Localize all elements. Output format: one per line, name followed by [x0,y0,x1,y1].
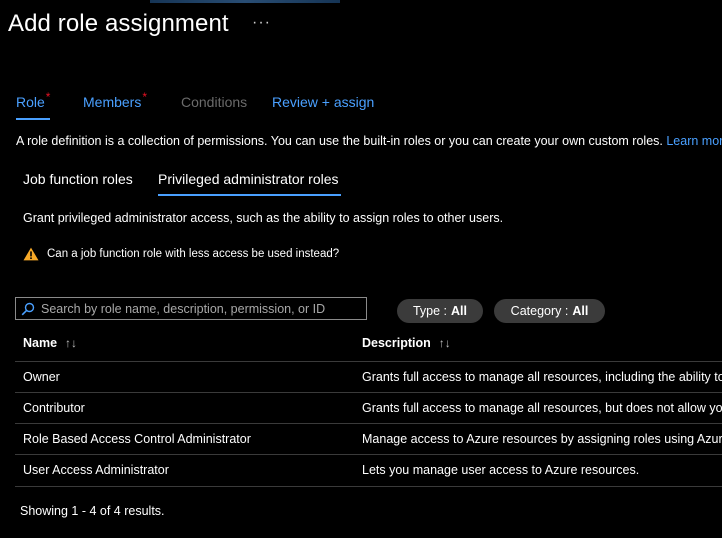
learn-more-link[interactable]: Learn more [666,134,722,148]
role-description-cell: Manage access to Azure resources by assi… [362,432,722,446]
role-name-cell[interactable]: Role Based Access Control Administrator [23,432,251,446]
role-description-cell: Grants full access to manage all resourc… [362,401,722,415]
search-input[interactable] [41,301,361,316]
category-filter-value: All [572,304,589,318]
column-header-name[interactable]: Name ↑↓ [23,336,77,350]
table-divider [15,486,722,487]
column-header-description[interactable]: Description ↑↓ [362,336,451,350]
role-search-box[interactable] [15,297,367,320]
more-options-button[interactable]: ··· [252,14,271,32]
role-description-cell: Lets you manage user access to Azure res… [362,463,640,477]
required-marker: * [45,90,51,104]
tab-privileged-administrator-roles[interactable]: Privileged administrator roles [158,171,339,187]
category-filter-button[interactable]: Category : All [494,299,605,323]
column-header-name-label: Name [23,336,58,350]
results-count: Showing 1 - 4 of 4 results. [20,504,165,518]
required-marker: * [142,90,148,104]
tab-role-label: Role [16,94,45,110]
type-filter-label: Type : [412,304,448,318]
tab-conditions-label: Conditions [181,94,248,110]
role-name-cell[interactable]: User Access Administrator [23,463,169,477]
tab-role[interactable]: Role* [16,90,50,110]
tab-review-assign[interactable]: Review + assign [272,94,374,110]
search-icon [21,302,35,315]
tab-members-label: Members [83,94,142,110]
column-header-description-label: Description [362,336,431,350]
role-name-cell[interactable]: Owner [23,370,60,384]
description-text: A role definition is a collection of per… [16,134,663,148]
tab-conditions[interactable]: Conditions [181,94,247,110]
sort-icon[interactable]: ↑↓ [439,336,451,350]
warning-icon [23,247,39,261]
tab-review-label: Review + assign [272,94,375,110]
category-filter-label: Category : [510,304,569,318]
warning-text: Can a job function role with less access… [47,248,340,260]
sort-icon[interactable]: ↑↓ [65,336,77,350]
active-subtab-indicator [158,194,341,196]
privileged-info-text: Grant privileged administrator access, s… [23,211,504,225]
page-title: Add role assignment [8,10,229,37]
type-filter-button[interactable]: Type : All [397,299,483,323]
role-description-cell: Grants full access to manage all resourc… [362,370,722,384]
active-tab-indicator [16,118,50,120]
role-description-text: A role definition is a collection of per… [16,134,722,148]
tab-job-function-roles[interactable]: Job function roles [23,171,133,187]
top-breadcrumb-fragment [150,0,340,3]
tab-members[interactable]: Members* [83,90,147,110]
warning-message: Can a job function role with less access… [23,247,339,261]
type-filter-value: All [451,304,468,318]
role-name-cell[interactable]: Contributor [23,401,85,415]
